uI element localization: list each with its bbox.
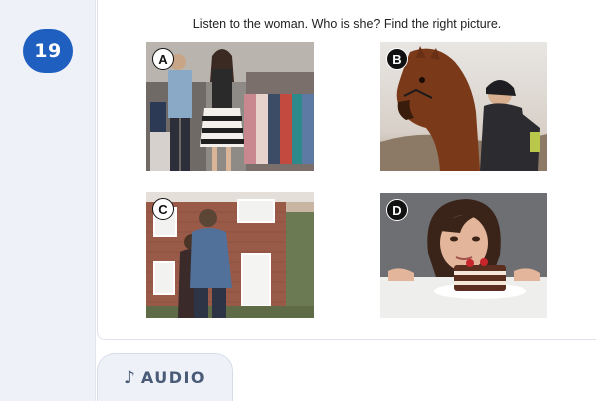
option-b-picture[interactable]: B xyxy=(380,42,547,171)
question-instruction: Listen to the woman. Who is she? Find th… xyxy=(192,17,502,31)
option-b-letter: B xyxy=(386,48,408,70)
audio-button-label: AUDIO xyxy=(140,368,207,387)
option-c-letter: C xyxy=(152,198,174,220)
option-d-letter: D xyxy=(386,199,408,221)
question-number-badge: 19 xyxy=(23,29,73,73)
option-c-picture[interactable]: C xyxy=(146,192,314,318)
audio-button[interactable]: ♪ AUDIO xyxy=(97,353,233,401)
music-note-icon: ♪ xyxy=(123,367,135,388)
option-a-letter: A xyxy=(152,48,174,70)
question-card: Listen to the woman. Who is she? Find th… xyxy=(97,0,596,340)
option-d-picture[interactable]: D xyxy=(380,193,547,318)
option-a-picture[interactable]: A xyxy=(146,42,314,171)
question-rail: 19 xyxy=(0,0,96,401)
